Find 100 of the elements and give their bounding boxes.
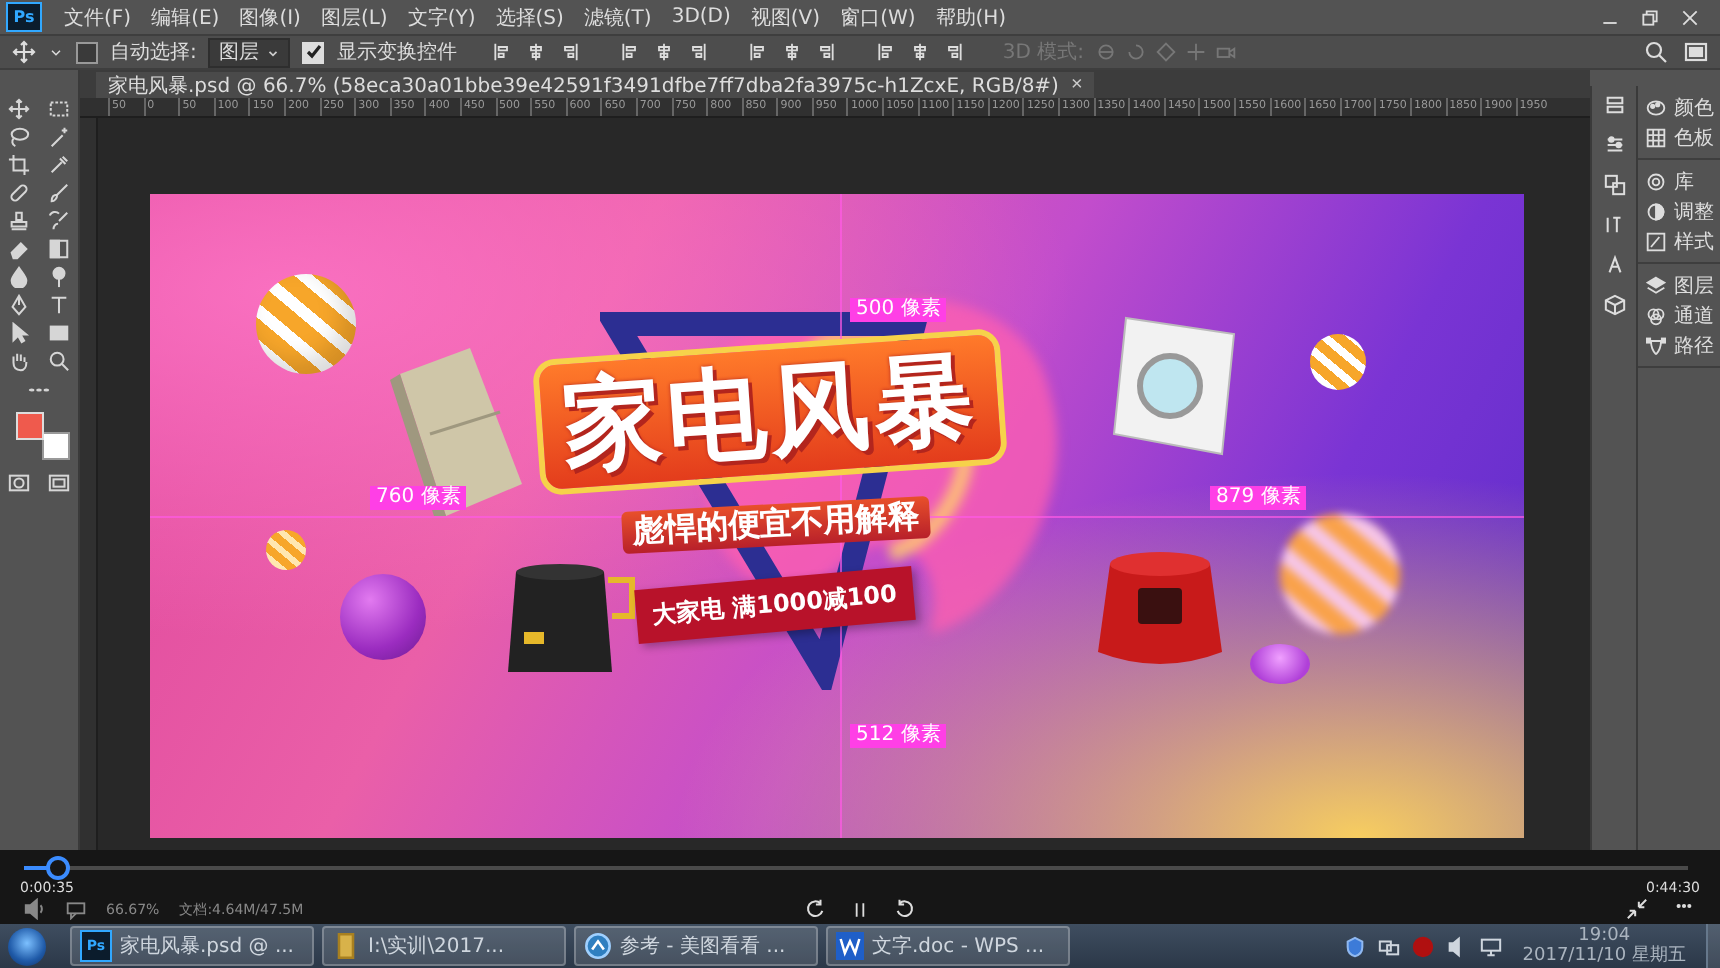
layer-dropdown[interactable]: 图层 — [208, 37, 291, 67]
align-icon[interactable] — [620, 42, 641, 62]
quick-mask-icon[interactable] — [8, 472, 31, 494]
zoom-tool-icon[interactable] — [47, 350, 70, 372]
align-icon[interactable] — [782, 42, 803, 62]
hand-tool-icon[interactable] — [8, 350, 31, 372]
panel-tab[interactable]: 调整 — [1638, 196, 1720, 226]
foreground-color-swatch[interactable] — [16, 412, 44, 440]
eyedropper-tool-icon[interactable] — [47, 154, 70, 176]
pen-tool-icon[interactable] — [8, 294, 31, 316]
align-icon[interactable] — [910, 42, 931, 62]
panel-tab[interactable]: 图层 — [1638, 270, 1720, 300]
align-icon[interactable] — [688, 42, 709, 62]
panel-label: 样式 — [1674, 229, 1714, 255]
pause-button[interactable] — [850, 899, 870, 919]
forward-icon[interactable] — [894, 898, 916, 920]
stack-icon[interactable] — [1603, 94, 1625, 116]
align-icon[interactable] — [526, 42, 547, 62]
close-tab-button[interactable]: × — [1070, 75, 1083, 95]
brush-tool-icon[interactable] — [47, 182, 70, 204]
menu-item[interactable]: 视图(V) — [740, 3, 831, 31]
crop-tool-icon[interactable] — [8, 154, 31, 176]
panel-label: 通道 — [1674, 303, 1714, 329]
folder-icon — [332, 932, 360, 960]
type-tool-icon[interactable] — [47, 294, 70, 316]
sliders-icon[interactable] — [1603, 134, 1625, 156]
panel-tab[interactable]: 通道 — [1638, 300, 1720, 330]
task-label: I:\实训\2017... — [368, 933, 505, 960]
move-tool-icon[interactable] — [12, 40, 36, 64]
palette-icon — [1646, 97, 1666, 117]
align-icon[interactable] — [748, 42, 769, 62]
panel-tab[interactable]: 颜色 — [1638, 92, 1720, 122]
restore-icon[interactable] — [1640, 7, 1660, 27]
align-icon[interactable] — [944, 42, 965, 62]
menu-item[interactable]: 滤镜(T) — [573, 3, 662, 31]
rectangle-tool-icon[interactable] — [47, 322, 70, 344]
stamp-tool-icon[interactable] — [8, 210, 31, 232]
wand-tool-icon[interactable] — [47, 126, 70, 148]
menu-item[interactable]: 文件(F) — [54, 3, 142, 31]
panel-tab[interactable]: 路径 — [1638, 330, 1720, 360]
align-icon[interactable] — [654, 42, 675, 62]
close-icon[interactable] — [1680, 7, 1700, 27]
volume-icon[interactable] — [24, 898, 46, 920]
exit-fullscreen-icon[interactable] — [1626, 898, 1648, 920]
align-icon[interactable] — [492, 42, 513, 62]
taskbar-button[interactable]: 参考 - 美图看看 ... — [574, 926, 818, 966]
app-logo: Ps — [6, 2, 42, 32]
panel-label: 颜色 — [1674, 95, 1714, 121]
brush-square-icon — [1646, 231, 1666, 251]
panel-tab[interactable]: 样式 — [1638, 226, 1720, 256]
gradient-tool-icon[interactable] — [47, 238, 70, 260]
menu-item[interactable]: 编辑(E) — [141, 3, 230, 31]
caret-icon[interactable] — [48, 44, 64, 60]
align-icon[interactable] — [816, 42, 837, 62]
glyph-icon[interactable] — [1603, 254, 1625, 276]
path-nodes-icon — [1646, 335, 1666, 355]
history-brush-tool-icon[interactable] — [47, 210, 70, 232]
monitor-icon[interactable] — [1480, 935, 1503, 957]
menu-item[interactable]: 窗口(W) — [830, 3, 926, 31]
background-color-swatch[interactable] — [42, 432, 70, 460]
menu-item[interactable]: 文字(Y) — [397, 3, 486, 31]
lollipop-tool-icon[interactable] — [47, 266, 70, 288]
network-icon[interactable] — [1378, 935, 1401, 957]
align-icon[interactable] — [876, 42, 897, 62]
start-button[interactable] — [8, 927, 46, 965]
text-columns-icon[interactable] — [1603, 214, 1625, 236]
shield-icon[interactable] — [1344, 935, 1367, 957]
slider-thumb[interactable] — [45, 856, 70, 880]
checkbox[interactable] — [76, 41, 98, 63]
menu-item[interactable]: 图像(I) — [229, 3, 311, 31]
bandage-tool-icon[interactable] — [8, 182, 31, 204]
marquee-tool-icon[interactable] — [47, 98, 70, 120]
panel-tab[interactable]: 色板 — [1638, 122, 1720, 152]
panel-label: 库 — [1674, 169, 1694, 195]
eraser-tool-icon[interactable] — [8, 238, 31, 260]
align-icon[interactable] — [560, 42, 581, 62]
panel-label: 图层 — [1674, 273, 1714, 299]
rewind-icon[interactable] — [804, 898, 826, 920]
menu-item[interactable]: 帮助(H) — [925, 3, 1017, 31]
menu-item[interactable]: 选择(S) — [485, 3, 574, 31]
more-icon[interactable] — [1672, 898, 1696, 914]
search-icon[interactable] — [1644, 40, 1668, 64]
taskbar-button[interactable]: I:\实训\2017... — [322, 926, 566, 966]
copies-icon[interactable] — [1603, 174, 1625, 196]
menu-item[interactable]: 3D(D) — [661, 6, 741, 28]
move-tool-icon[interactable] — [8, 98, 31, 120]
screen-mode-icon[interactable] — [1684, 40, 1708, 64]
panel-tab[interactable]: 库 — [1638, 166, 1720, 196]
cube-icon[interactable] — [1603, 294, 1625, 316]
screen-mode-icon[interactable] — [47, 472, 70, 494]
lasso-tool-icon[interactable] — [8, 126, 31, 148]
clock[interactable]: 19:04 2017/11/10 星期五 — [1522, 926, 1686, 966]
channels-icon — [1646, 305, 1666, 325]
menu-item[interactable]: 图层(L) — [310, 3, 398, 31]
document-tab[interactable]: 家电风暴.psd @ 66.7% (58eca30a01bbe39e42591f3491dfbe7ff7dba2fa3975c-h1ZcxE, RGB/8#) × — [96, 72, 1095, 98]
taskbar-button[interactable]: 文字.doc - WPS ... — [826, 926, 1070, 966]
guide-label: 760 像素 — [370, 486, 467, 510]
drop-tool-icon[interactable] — [8, 266, 31, 288]
comment-icon — [66, 899, 86, 919]
arrow-tool-icon[interactable] — [8, 322, 31, 344]
